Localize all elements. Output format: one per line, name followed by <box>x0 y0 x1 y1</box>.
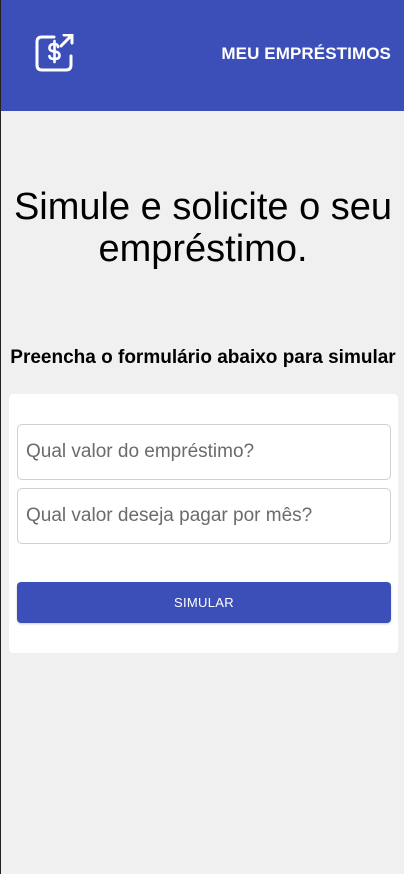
app-title[interactable]: MEU EMPRÉSTIMOS <box>221 44 391 64</box>
simulate-button[interactable]: SIMULAR <box>17 582 391 623</box>
money-transfer-icon[interactable] <box>35 33 75 72</box>
loan-amount-input[interactable] <box>17 424 391 480</box>
form-instruction: Preencha o formulário abaixo para simula… <box>10 347 396 368</box>
monthly-payment-input[interactable] <box>17 488 391 544</box>
app-header: MEU EMPRÉSTIMOS <box>1 0 404 111</box>
simulation-form-card: SIMULAR <box>9 394 398 653</box>
hero-headline: Simule e solicite o seu empréstimo. <box>13 186 393 270</box>
